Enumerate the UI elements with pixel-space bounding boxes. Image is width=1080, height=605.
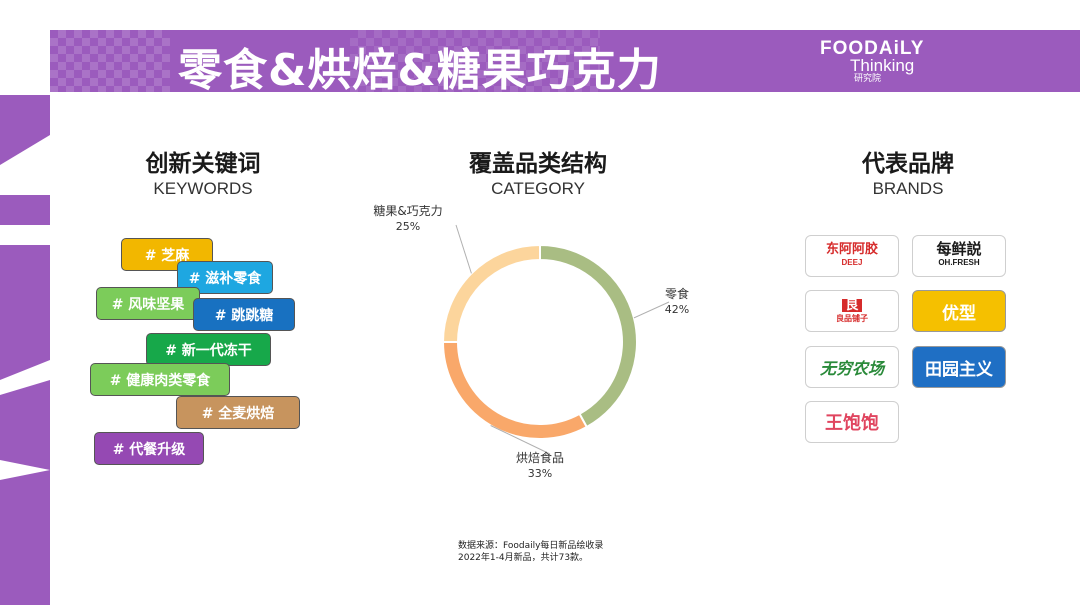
keywords-heading-en: KEYWORDS [153, 179, 253, 198]
brand-sub: DEEJ [841, 258, 863, 267]
donut-slice [539, 243, 638, 429]
keyword-tag: # 风味坚果 [96, 287, 200, 320]
leader-line [633, 301, 670, 319]
leader-line [455, 224, 472, 274]
brand-name: 田园主义 [925, 359, 993, 380]
brand-logo-tianyuan: 田园主义 [912, 346, 1006, 388]
source-line-1: 数据来源：Foodaily每日新品绘收录 [458, 541, 604, 551]
donut-slice [441, 243, 541, 343]
category-donut-chart: 零食 42% 烘焙食品 33% 糖果&巧克力 25% [340, 200, 740, 500]
keywords-heading: 创新关键词 KEYWORDS [93, 150, 313, 200]
slice-label: 零食 [665, 286, 689, 301]
header-bar: 零食&烘焙&糖果巧克力 FOODAiLY Thinking 研究院 [50, 30, 1080, 92]
keyword-tag: # 跳跳糖 [193, 298, 295, 331]
brand-name: 东阿阿胶 [825, 242, 878, 257]
brands-heading: 代表品牌 BRANDS [798, 150, 1018, 200]
brand-name: 每鲜説 [936, 240, 982, 258]
brand-name: 优型 [942, 303, 976, 324]
keyword-tag: # 健康肉类零食 [90, 363, 230, 396]
brand-name: 良 [842, 299, 862, 312]
slice-label: 烘焙食品 [516, 450, 564, 465]
brand-logo-wuqiong: 无穷农场 [805, 346, 899, 388]
category-heading: 覆盖品类结构 CATEGORY [428, 150, 648, 200]
brand-logo-deej: 东阿阿胶 DEEJ [805, 235, 899, 277]
keyword-tag: # 代餐升级 [94, 432, 204, 465]
slice-value-label: 25% [396, 220, 420, 233]
brand-logo-wangbaobao: 王饱饱 [805, 401, 899, 443]
brands-heading-zh: 代表品牌 [862, 151, 954, 177]
left-decorative-band [0, 0, 50, 605]
brand-sub: OH.FRESH [938, 258, 980, 267]
logo-line-3: 研究院 [854, 74, 882, 84]
slice-value-label: 42% [665, 303, 689, 316]
source-line-2: 2022年1-4月新品，共计73款。 [458, 553, 589, 563]
slice-label: 糖果&巧克力 [373, 203, 442, 218]
brand-logo-youxing: 优型 [912, 290, 1006, 332]
brand-sub: 良品铺子 [836, 314, 868, 323]
brand-logo-bestore: 良 良品铺子 [805, 290, 899, 332]
slice-value-label: 33% [528, 467, 552, 480]
keyword-tag: # 全麦烘焙 [176, 396, 300, 429]
brand-name: 王饱饱 [825, 413, 879, 434]
category-heading-en: CATEGORY [491, 179, 585, 198]
keywords-heading-zh: 创新关键词 [145, 151, 261, 177]
donut-slice [441, 341, 589, 440]
keyword-tag: # 新一代冻干 [146, 333, 271, 366]
category-heading-zh: 覆盖品类结构 [469, 151, 607, 177]
brand-logo-ohfresh: 每鲜説 OH.FRESH [912, 235, 1006, 277]
donut-svg: 零食 42% 烘焙食品 33% 糖果&巧克力 25% [373, 203, 689, 480]
data-source-note: 数据来源：Foodaily每日新品绘收录 2022年1-4月新品，共计73款。 [458, 540, 603, 564]
page-title: 零食&烘焙&糖果巧克力 [178, 45, 662, 92]
foodaily-logo: FOODAiLY Thinking 研究院 [820, 39, 924, 84]
logo-line-2: Thinking [850, 56, 915, 75]
brands-heading-en: BRANDS [872, 179, 944, 198]
brand-name: 无穷农场 [819, 359, 884, 378]
header-pattern [50, 30, 170, 92]
